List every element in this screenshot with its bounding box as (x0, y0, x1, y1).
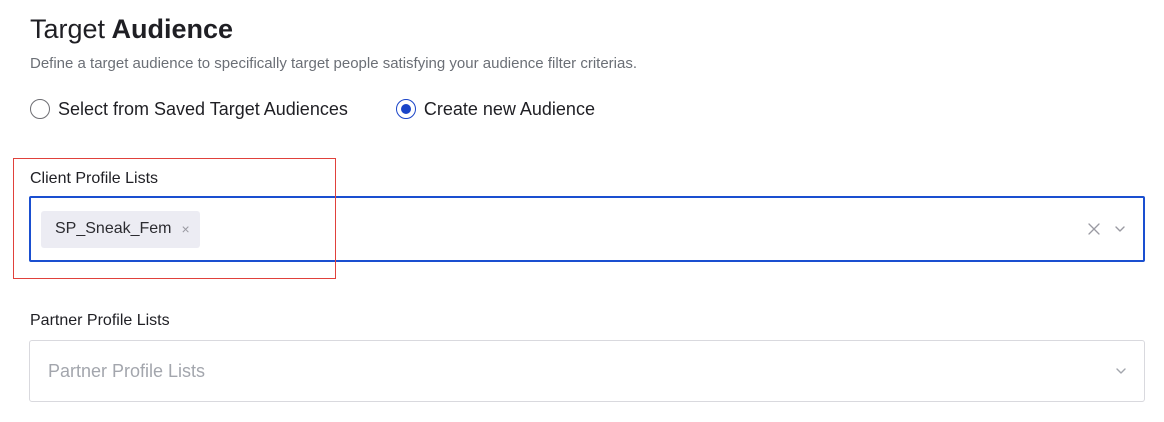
radio-saved-audiences-circle[interactable] (30, 99, 50, 119)
selected-tag: SP_Sneak_Fem × (41, 210, 200, 248)
chevron-down-icon[interactable] (1114, 364, 1128, 378)
clear-icon[interactable] (1087, 222, 1101, 236)
select-controls (1087, 222, 1143, 236)
partner-profile-lists-select[interactable]: Partner Profile Lists (29, 340, 1145, 402)
chevron-down-icon[interactable] (1113, 222, 1127, 236)
select-controls (1114, 364, 1144, 378)
title-light-part: Target (30, 14, 106, 44)
target-audience-section: Target Audience Define a target audience… (0, 0, 1164, 422)
client-profile-lists-select[interactable]: SP_Sneak_Fem × (29, 196, 1145, 262)
client-profile-lists-label: Client Profile Lists (30, 170, 159, 187)
title-bold-part: Audience (111, 14, 234, 44)
selected-tag-label: SP_Sneak_Fem (55, 220, 172, 237)
page-title: Target Audience (30, 12, 233, 46)
partner-profile-lists-label: Partner Profile Lists (30, 312, 170, 329)
tag-remove-icon[interactable]: × (182, 222, 190, 236)
radio-create-new-audience-label: Create new Audience (423, 99, 595, 119)
radio-create-new-audience[interactable]: Create new Audience (395, 97, 595, 121)
page-subtitle: Define a target audience to specifically… (30, 55, 637, 72)
partner-profile-lists-placeholder: Partner Profile Lists (48, 361, 206, 381)
audience-mode-radio-group: Select from Saved Target Audiences Creat… (30, 96, 595, 122)
radio-saved-audiences-label: Select from Saved Target Audiences (58, 99, 348, 119)
radio-create-new-audience-circle[interactable] (395, 99, 416, 119)
radio-saved-audiences[interactable]: Select from Saved Target Audiences (30, 97, 348, 121)
